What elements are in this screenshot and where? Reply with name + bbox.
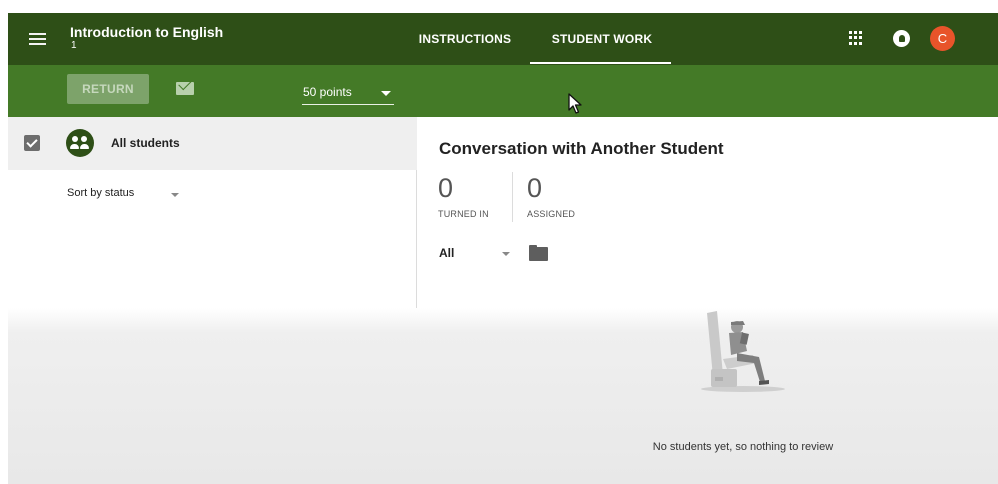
points-dropdown[interactable]: 50 points: [302, 83, 394, 105]
active-tab-indicator: [530, 62, 671, 64]
sort-value: Sort by status: [67, 187, 135, 199]
all-students-checkbox[interactable]: [24, 135, 40, 151]
sort-dropdown[interactable]: Sort by status: [66, 187, 186, 207]
assigned-count: 0: [527, 173, 543, 203]
menu-icon[interactable]: [24, 26, 50, 52]
turned-in-count: 0: [438, 173, 454, 203]
stat-divider: [512, 172, 513, 222]
tab-student-work[interactable]: STUDENT WORK: [532, 13, 672, 65]
empty-state-illustration: [701, 311, 785, 392]
course-section: 1: [71, 40, 77, 51]
assignment-panel: Conversation with Another Student 0 TURN…: [418, 117, 998, 484]
mouse-pointer-icon: [568, 93, 582, 114]
caret-down-icon: [171, 193, 179, 197]
classroom-window: Introduction to English 1 INSTRUCTIONS S…: [8, 13, 998, 484]
caret-down-icon: [381, 91, 391, 96]
assigned-label: ASSIGNED: [527, 209, 576, 219]
assignment-title: Conversation with Another Student: [439, 139, 724, 158]
all-students-row[interactable]: All students: [8, 117, 417, 170]
filter-value: All: [439, 246, 455, 260]
points-value: 50 points: [303, 85, 352, 99]
grading-toolbar: RETURN 50 points: [8, 65, 998, 117]
all-students-label: All students: [111, 136, 180, 150]
apps-grid-icon[interactable]: [849, 31, 863, 45]
turned-in-label: TURNED IN: [438, 209, 489, 219]
tab-instructions[interactable]: INSTRUCTIONS: [412, 13, 518, 65]
caret-down-icon: [502, 252, 510, 256]
students-panel: All students Sort by status: [8, 117, 417, 484]
empty-state-message: No students yet, so nothing to review: [652, 441, 834, 453]
status-filter-dropdown[interactable]: All: [439, 245, 521, 265]
course-title[interactable]: Introduction to English: [70, 24, 223, 40]
avatar[interactable]: C: [930, 26, 955, 51]
folder-icon[interactable]: [529, 245, 548, 261]
notifications-icon[interactable]: [893, 30, 910, 47]
group-icon: [66, 129, 94, 157]
top-app-bar: Introduction to English 1 INSTRUCTIONS S…: [8, 13, 998, 65]
return-button[interactable]: RETURN: [67, 74, 149, 104]
email-icon[interactable]: [176, 82, 194, 95]
